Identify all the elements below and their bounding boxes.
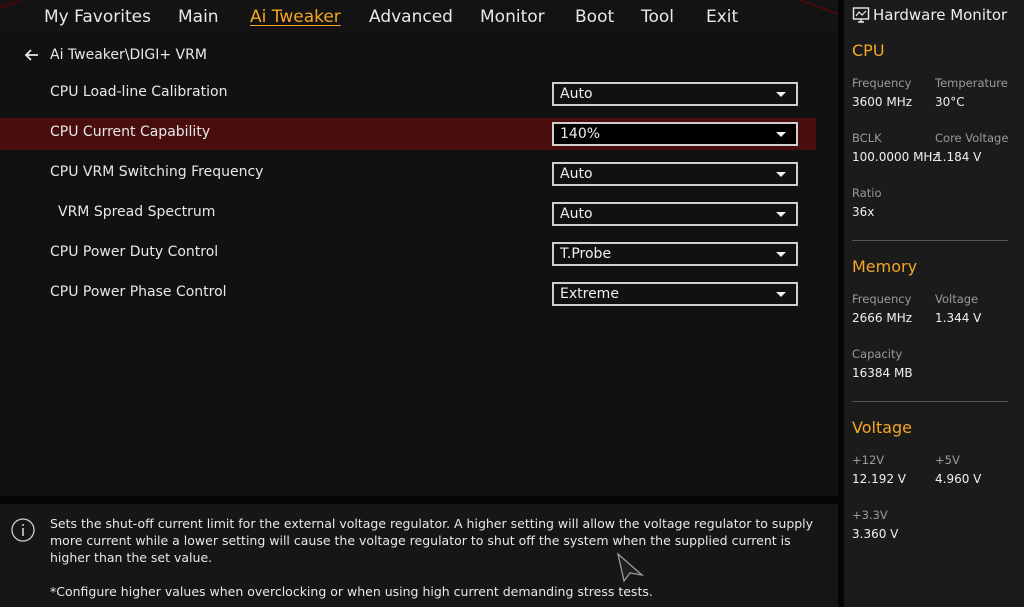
dropdown-arrow-icon: [776, 292, 786, 297]
breadcrumb: Ai Tweaker\DIGI+ VRM: [22, 44, 207, 66]
mouse-cursor-icon: [616, 552, 645, 583]
setting-row-power-phase-control[interactable]: CPU Power Phase Control Extreme: [0, 278, 816, 310]
ratio-value: 36x: [852, 205, 875, 219]
top-menu-bar: My Favorites Main Ai Tweaker Advanced Mo…: [0, 0, 838, 34]
dropdown-arrow-icon: [776, 132, 786, 137]
dropdown-arrow-icon: [776, 212, 786, 217]
setting-row-vrm-switching-frequency[interactable]: CPU VRM Switching Frequency Auto: [0, 158, 816, 190]
core-voltage-value: 1.184 V: [935, 150, 982, 164]
vrm-spread-spectrum-dropdown[interactable]: Auto: [552, 202, 798, 226]
menu-tab-exit[interactable]: Exit: [706, 6, 738, 28]
dropdown-arrow-icon: [776, 92, 786, 97]
menu-tab-monitor[interactable]: Monitor: [480, 6, 545, 28]
breadcrumb-path: Ai Tweaker\DIGI+ VRM: [50, 47, 207, 63]
setting-row-power-duty-control[interactable]: CPU Power Duty Control T.Probe: [0, 238, 816, 270]
memory-capacity-label: Capacity: [852, 347, 903, 361]
setting-label: CPU Power Phase Control: [50, 284, 227, 300]
power-phase-control-dropdown[interactable]: Extreme: [552, 282, 798, 306]
v5-value: 4.960 V: [935, 472, 982, 486]
hardware-monitor-label: Hardware Monitor: [873, 6, 1008, 24]
dropdown-value: 140%: [560, 126, 601, 142]
setting-row-load-line-calibration[interactable]: CPU Load-line Calibration Auto: [0, 78, 816, 110]
section-divider: [852, 240, 1008, 241]
vrm-switching-frequency-dropdown[interactable]: Auto: [552, 162, 798, 186]
hardware-monitor-panel: Hardware Monitor CPU Frequency Temperatu…: [844, 0, 1024, 607]
setting-row-vrm-spread-spectrum[interactable]: VRM Spread Spectrum Auto: [0, 198, 816, 230]
hardware-monitor-title: Hardware Monitor: [852, 6, 1007, 24]
memory-frequency-value: 2666 MHz: [852, 311, 913, 325]
v33-value: 3.360 V: [852, 527, 899, 541]
core-voltage-label: Core Voltage: [935, 131, 1009, 145]
menu-tab-main[interactable]: Main: [178, 6, 219, 28]
memory-voltage-value: 1.344 V: [935, 311, 982, 325]
help-panel: Sets the shut-off current limit for the …: [0, 504, 838, 607]
help-note: *Configure higher values when overclocki…: [50, 584, 653, 599]
v12-value: 12.192 V: [852, 472, 907, 486]
setting-label: CPU VRM Switching Frequency: [50, 164, 264, 180]
cpu-temperature-value: 30°C: [935, 95, 965, 109]
memory-capacity-value: 16384 MB: [852, 366, 913, 380]
setting-label: CPU Current Capability: [50, 124, 211, 140]
menu-tab-my-favorites[interactable]: My Favorites: [44, 6, 151, 28]
dropdown-arrow-icon: [776, 172, 786, 177]
panel-divider: [0, 496, 838, 504]
dropdown-value: Auto: [560, 166, 593, 182]
cpu-temperature-label: Temperature: [935, 76, 1008, 90]
settings-panel: Ai Tweaker\DIGI+ VRM CPU Load-line Calib…: [0, 34, 838, 496]
help-description: Sets the shut-off current limit for the …: [50, 516, 814, 565]
monitor-icon: [852, 7, 870, 23]
menu-tab-tool[interactable]: Tool: [641, 6, 674, 28]
back-arrow-icon[interactable]: [22, 45, 42, 65]
memory-heading: Memory: [852, 257, 918, 276]
voltage-heading: Voltage: [852, 418, 913, 437]
v5-label: +5V: [935, 453, 960, 467]
setting-label: VRM Spread Spectrum: [58, 204, 216, 220]
bclk-value: 100.0000 MHz: [852, 150, 939, 164]
setting-row-current-capability[interactable]: CPU Current Capability 140%: [0, 118, 816, 150]
load-line-calibration-dropdown[interactable]: Auto: [552, 82, 798, 106]
dropdown-value: Extreme: [560, 286, 619, 302]
dropdown-value: Auto: [560, 206, 593, 222]
dropdown-value: Auto: [560, 86, 593, 102]
power-duty-control-dropdown[interactable]: T.Probe: [552, 242, 798, 266]
current-capability-dropdown[interactable]: 140%: [552, 122, 798, 146]
cpu-frequency-label: Frequency: [852, 76, 912, 90]
info-icon: [11, 518, 35, 542]
menu-tab-ai-tweaker[interactable]: Ai Tweaker: [250, 6, 341, 28]
section-divider: [852, 401, 1008, 402]
setting-label: CPU Power Duty Control: [50, 244, 219, 260]
menu-tab-boot[interactable]: Boot: [575, 6, 614, 28]
v33-label: +3.3V: [852, 508, 888, 522]
menu-tab-advanced[interactable]: Advanced: [369, 6, 453, 28]
cpu-heading: CPU: [852, 41, 885, 60]
bclk-label: BCLK: [852, 131, 882, 145]
v12-label: +12V: [852, 453, 885, 467]
ratio-label: Ratio: [852, 186, 882, 200]
dropdown-value: T.Probe: [560, 246, 612, 262]
cpu-frequency-value: 3600 MHz: [852, 95, 913, 109]
dropdown-arrow-icon: [776, 252, 786, 257]
setting-label: CPU Load-line Calibration: [50, 84, 228, 100]
memory-frequency-label: Frequency: [852, 292, 912, 306]
memory-voltage-label: Voltage: [935, 292, 979, 306]
